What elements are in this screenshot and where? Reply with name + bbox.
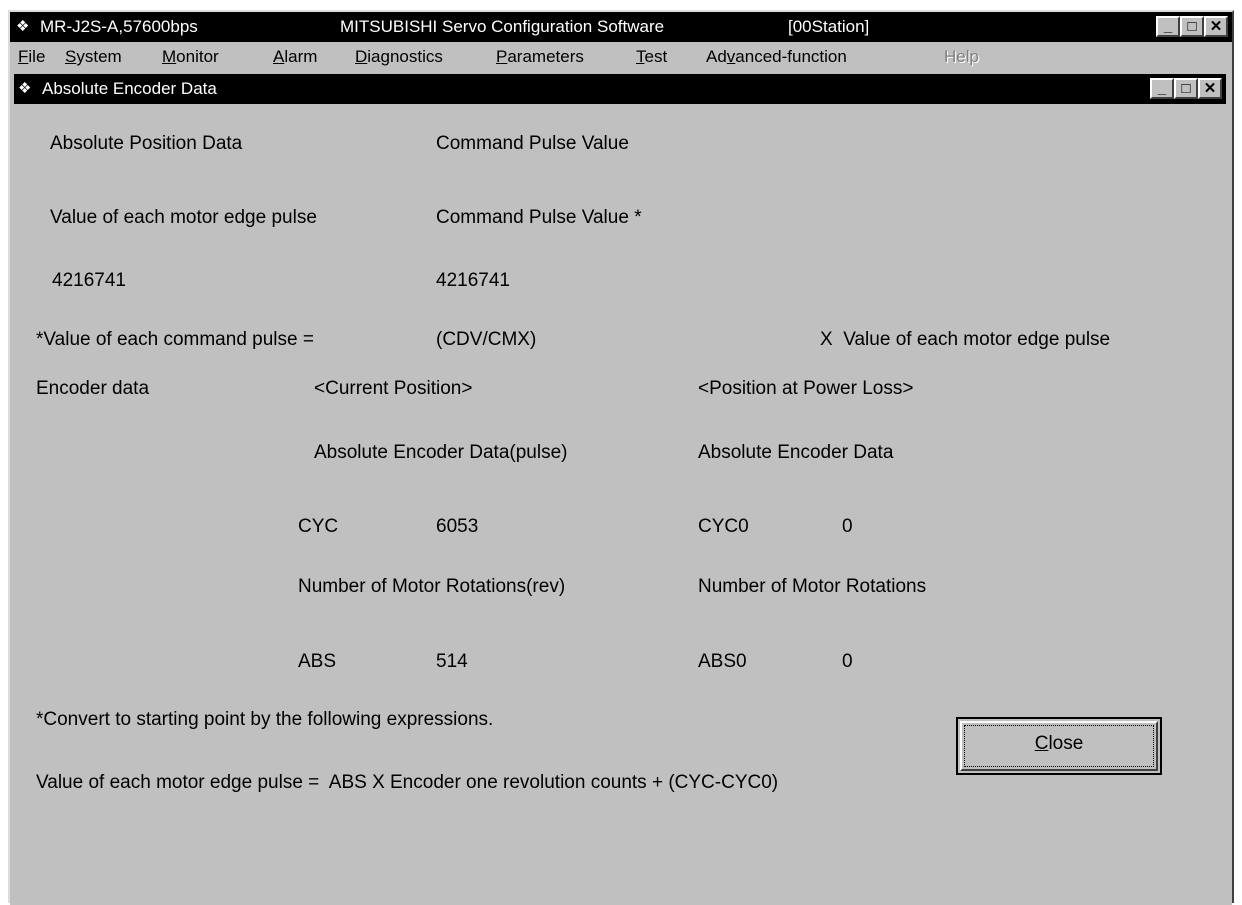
maximize-button[interactable]: □ — [1180, 16, 1204, 37]
menu-advanced-function[interactable]: Advanced-function — [706, 42, 847, 72]
app-title-name: MITSUBISHI Servo Configuration Software — [340, 17, 665, 36]
minimize-button[interactable]: _ — [1156, 16, 1180, 37]
dialog-title: Absolute Encoder Data — [42, 79, 217, 98]
servo-app-icon[interactable]: ❖ — [16, 12, 29, 42]
dialog-maximize-button[interactable]: □ — [1174, 78, 1198, 99]
abs-encoder-data-pulse-label: Absolute Encoder Data(pulse) — [314, 442, 568, 463]
absolute-encoder-data-window: ❖ Absolute Encoder Data _ □ ✕ Absolute P… — [10, 72, 1232, 905]
abs-encoder-data-label: Absolute Encoder Data — [698, 442, 894, 463]
abs0-value: 0 — [842, 651, 853, 672]
motor-edge-pulse-value: 4216741 — [52, 270, 126, 291]
app-window-controls: _ □ ✕ — [1156, 16, 1228, 37]
app-title-station: [00Station] — [788, 17, 870, 36]
close-button-label: Close — [1034, 733, 1084, 754]
cyc0-label: CYC0 — [698, 516, 749, 537]
abs-label: ABS — [298, 651, 337, 672]
dialog-content: Absolute Position Data Command Pulse Val… — [10, 104, 1232, 905]
command-pulse-value-label: Command Pulse Value — [436, 133, 629, 154]
main-window: ❖ MR-J2S-A,57600bps MITSUBISHI Servo Con… — [8, 10, 1234, 905]
abs-value: 514 — [436, 651, 468, 672]
absolute-position-data-label: Absolute Position Data — [50, 133, 243, 154]
dialog-minimize-button[interactable]: _ — [1150, 78, 1174, 99]
motor-rotations-rev-label: Number of Motor Rotations(rev) — [298, 576, 566, 597]
menu-diagnostics[interactable]: Diagnostics — [355, 42, 443, 72]
conversion-expression: Value of each motor edge pulse = ABS X E… — [36, 772, 779, 793]
formula-cdv-cmx: (CDV/CMX) — [436, 329, 537, 350]
menu-file[interactable]: File — [18, 42, 45, 72]
abs0-label: ABS0 — [698, 651, 747, 672]
command-pulse-value: 4216741 — [436, 270, 510, 291]
cyc-label: CYC — [298, 516, 339, 537]
cyc0-value: 0 — [842, 516, 853, 537]
formula-rhs: X Value of each motor edge pulse — [820, 329, 1111, 350]
formula-lhs: *Value of each command pulse = — [36, 329, 314, 350]
motor-rotations-label: Number of Motor Rotations — [698, 576, 927, 597]
current-position-heading: <Current Position> — [314, 378, 473, 399]
cyc-value: 6053 — [436, 516, 479, 537]
menu-alarm[interactable]: Alarm — [273, 42, 317, 72]
menu-monitor[interactable]: Monitor — [162, 42, 219, 72]
motor-edge-pulse-label: Value of each motor edge pulse — [50, 207, 317, 228]
position-power-loss-heading: <Position at Power Loss> — [698, 378, 914, 399]
menu-help[interactable]: Help — [944, 42, 979, 72]
menu-bar: File System Monitor Alarm Diagnostics Pa… — [10, 42, 1232, 72]
menu-system[interactable]: System — [65, 42, 122, 72]
encoder-data-label: Encoder data — [36, 378, 150, 399]
app-title-bar[interactable]: ❖ MR-J2S-A,57600bps MITSUBISHI Servo Con… — [10, 12, 1232, 42]
close-window-button[interactable]: ✕ — [1204, 16, 1228, 37]
convert-note: *Convert to starting point by the follow… — [36, 709, 494, 730]
menu-test[interactable]: Test — [636, 42, 667, 72]
app-title-connection: MR-J2S-A,57600bps — [40, 17, 198, 36]
command-pulse-value-star-label: Command Pulse Value * — [436, 207, 642, 228]
servo-app-icon[interactable]: ❖ — [18, 74, 31, 104]
dialog-close-window-button[interactable]: ✕ — [1198, 78, 1222, 99]
menu-parameters[interactable]: Parameters — [496, 42, 584, 72]
dialog-window-controls: _ □ ✕ — [1150, 78, 1222, 99]
close-button[interactable]: Close — [956, 717, 1162, 775]
dialog-title-bar[interactable]: ❖ Absolute Encoder Data _ □ ✕ — [14, 74, 1226, 104]
